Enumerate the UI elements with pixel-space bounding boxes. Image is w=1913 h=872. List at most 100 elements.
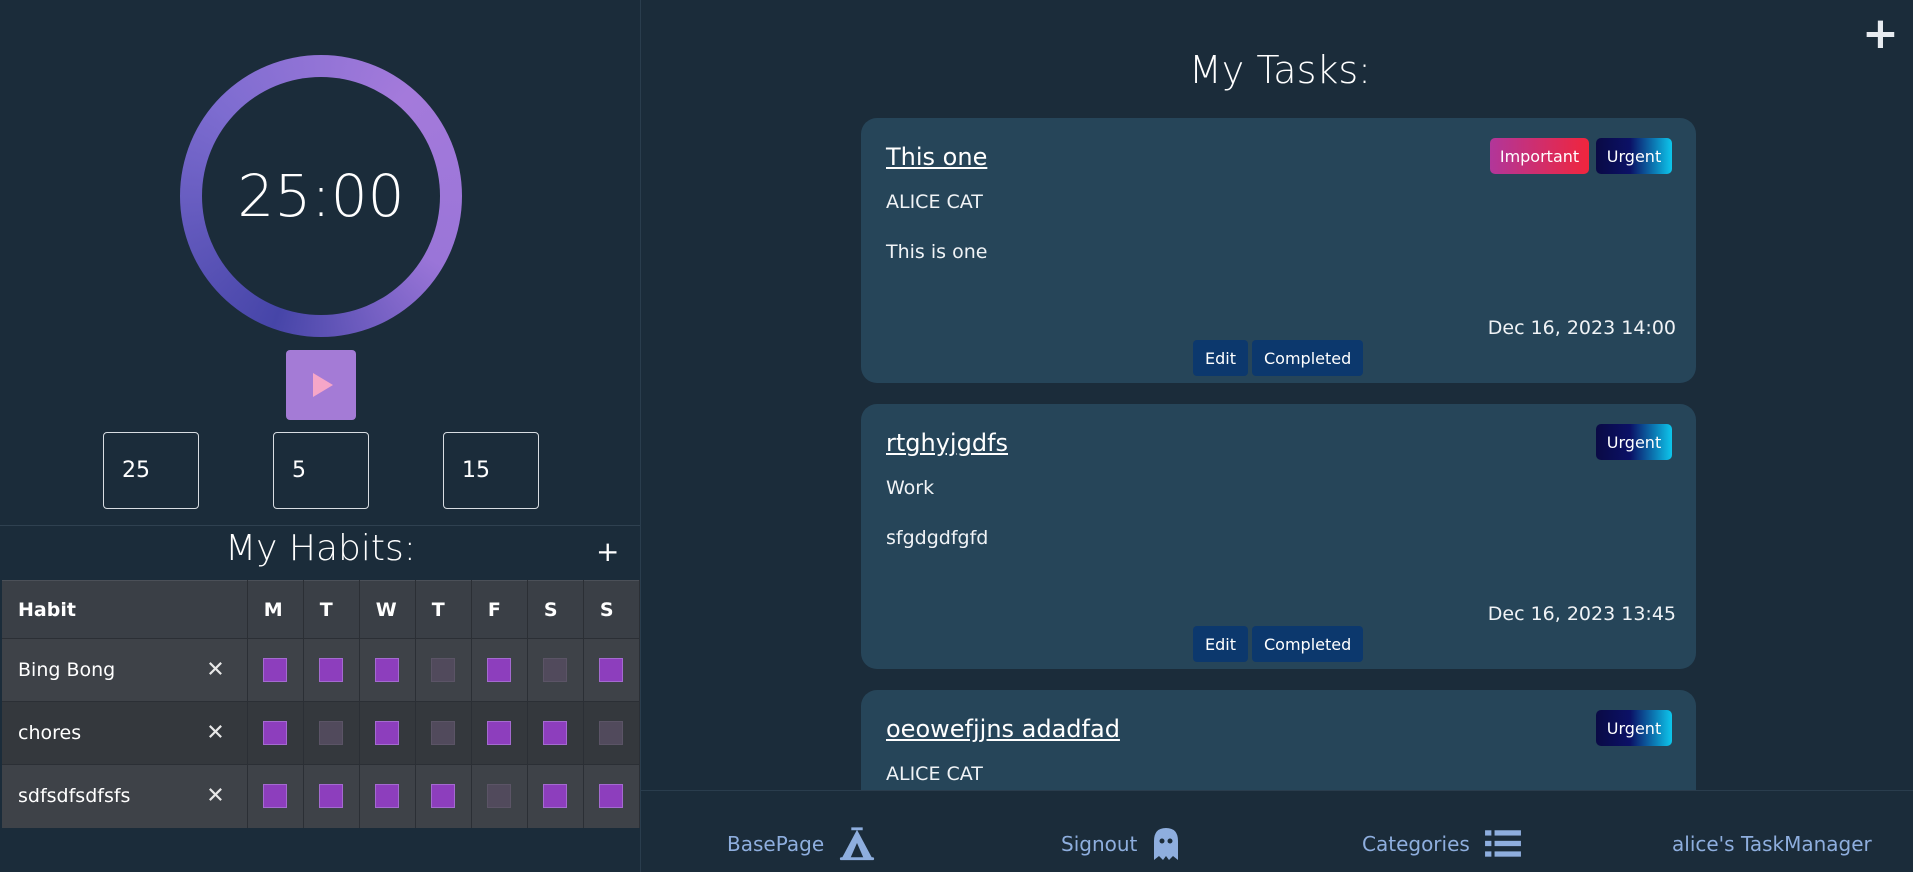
nav-categories-label: Categories <box>1362 832 1470 856</box>
habit-day-checkbox[interactable] <box>431 658 456 682</box>
app-name[interactable]: alice's TaskManager <box>1672 824 1872 864</box>
habit-name-cell: Bing Bong ✕ <box>2 638 248 702</box>
work-minutes-input[interactable] <box>103 432 199 509</box>
task-description: This is one <box>886 241 988 263</box>
habit-day-cell <box>247 638 304 702</box>
habit-day-cell <box>359 638 416 702</box>
habit-name: chores <box>18 722 82 744</box>
habit-day-checkbox[interactable] <box>487 784 512 809</box>
habit-name: sdfsdfsdfsfs <box>18 785 131 808</box>
habit-day-cell <box>583 764 641 828</box>
habit-day-checkbox[interactable] <box>543 658 568 682</box>
habit-day-cell <box>359 764 416 828</box>
habit-day-checkbox[interactable] <box>599 658 624 682</box>
day-header-wed: W <box>359 580 416 639</box>
habit-day-checkbox[interactable] <box>431 721 456 745</box>
habit-day-checkbox[interactable] <box>263 784 288 809</box>
habit-day-cell <box>415 764 472 828</box>
task-card: This one Important Urgent ALICE CAT This… <box>861 118 1696 383</box>
task-title-link[interactable]: rtghyjgdfs <box>886 429 1008 457</box>
habit-day-cell <box>583 701 641 765</box>
habit-day-cell <box>359 701 416 765</box>
app-name-label: alice's TaskManager <box>1672 832 1872 856</box>
day-header-sun: S <box>583 580 641 639</box>
important-badge: Important <box>1490 138 1589 174</box>
task-card: rtghyjgdfs Urgent Work sfgdgdfgfd Dec 16… <box>861 404 1696 669</box>
urgent-badge: Urgent <box>1596 710 1672 746</box>
task-due-date: Dec 16, 2023 13:45 <box>1487 603 1676 625</box>
habit-day-cell <box>303 701 360 765</box>
habit-day-cell <box>303 764 360 828</box>
habit-day-cell <box>247 764 304 828</box>
long-break-input[interactable] <box>443 432 539 509</box>
habit-day-cell <box>415 701 472 765</box>
completed-button[interactable]: Completed <box>1252 626 1364 662</box>
habit-day-checkbox[interactable] <box>319 784 344 809</box>
habit-day-cell <box>303 638 360 702</box>
habit-day-cell <box>471 701 528 765</box>
task-title-link[interactable]: This one <box>886 143 987 171</box>
delete-habit-icon[interactable]: ✕ <box>206 784 224 809</box>
task-title-link[interactable]: oeowefjjns adadfad <box>886 715 1120 743</box>
tent-icon <box>840 827 875 861</box>
day-header-fri: F <box>471 580 528 639</box>
habit-name: Bing Bong <box>18 659 116 681</box>
habits-header-row: Habit M T W T F S S <box>2 580 641 639</box>
day-header-thu: T <box>415 580 472 639</box>
task-description: sfgdgdfgfd <box>886 527 989 549</box>
habit-day-checkbox[interactable] <box>375 658 400 682</box>
habit-column-header: Habit <box>2 580 248 639</box>
habit-day-cell <box>471 764 528 828</box>
nav-basepage[interactable]: BasePage <box>727 824 876 864</box>
habit-day-cell <box>471 638 528 702</box>
completed-button[interactable]: Completed <box>1252 340 1364 376</box>
task-card: oeowefjjns adadfad Urgent ALICE CAT <box>861 690 1696 790</box>
habit-day-checkbox[interactable] <box>431 784 456 809</box>
day-header-mon: M <box>247 580 304 639</box>
task-category: ALICE CAT <box>886 191 983 213</box>
habit-row: Bing Bong ✕ <box>2 638 641 702</box>
short-break-input[interactable] <box>273 432 369 509</box>
habit-day-cell <box>415 638 472 702</box>
habits-table: Habit M T W T F S S Bing Bong ✕ chores ✕ sdf… <box>2 580 641 828</box>
nav-signout[interactable]: Signout <box>1061 824 1181 864</box>
urgent-badge: Urgent <box>1596 424 1672 460</box>
habit-day-checkbox[interactable] <box>263 721 288 745</box>
nav-basepage-label: BasePage <box>727 832 825 856</box>
play-button[interactable] <box>286 350 356 420</box>
habit-day-checkbox[interactable] <box>487 658 512 682</box>
nav-signout-label: Signout <box>1061 832 1138 856</box>
edit-button[interactable]: Edit <box>1193 340 1248 376</box>
ghost-icon <box>1154 828 1179 860</box>
habit-day-checkbox[interactable] <box>543 784 568 809</box>
play-icon <box>313 373 333 397</box>
habit-day-cell <box>583 638 641 702</box>
habit-day-checkbox[interactable] <box>263 658 288 682</box>
habit-day-checkbox[interactable] <box>599 721 624 745</box>
urgent-badge: Urgent <box>1596 138 1672 174</box>
habit-day-cell <box>527 638 584 702</box>
habit-day-checkbox[interactable] <box>543 721 568 745</box>
habits-title: My Habits: <box>225 528 416 569</box>
habit-day-checkbox[interactable] <box>319 658 344 682</box>
habit-day-cell <box>527 701 584 765</box>
delete-habit-icon[interactable]: ✕ <box>206 721 224 746</box>
habit-day-checkbox[interactable] <box>375 721 400 745</box>
habit-row: chores ✕ <box>2 701 641 765</box>
left-panel: 25:00 My Habits: + Habit M T W T F S S B… <box>0 0 641 872</box>
add-habit-button[interactable]: + <box>596 538 619 566</box>
habit-day-checkbox[interactable] <box>487 721 512 745</box>
habit-day-checkbox[interactable] <box>319 721 344 745</box>
tasks-title: My Tasks: <box>1189 48 1371 92</box>
habit-day-cell <box>247 701 304 765</box>
habit-row: sdfsdfsdfsfs ✕ <box>2 764 641 828</box>
habit-name-cell: chores ✕ <box>2 701 248 765</box>
edit-button[interactable]: Edit <box>1193 626 1248 662</box>
nav-categories[interactable]: Categories <box>1362 824 1522 864</box>
delete-habit-icon[interactable]: ✕ <box>206 658 224 683</box>
habit-day-checkbox[interactable] <box>599 784 624 809</box>
timer-display: 25:00 <box>237 162 405 230</box>
habit-day-checkbox[interactable] <box>375 784 400 809</box>
task-category: Work <box>886 477 935 499</box>
add-task-button[interactable]: + <box>1862 12 1899 56</box>
